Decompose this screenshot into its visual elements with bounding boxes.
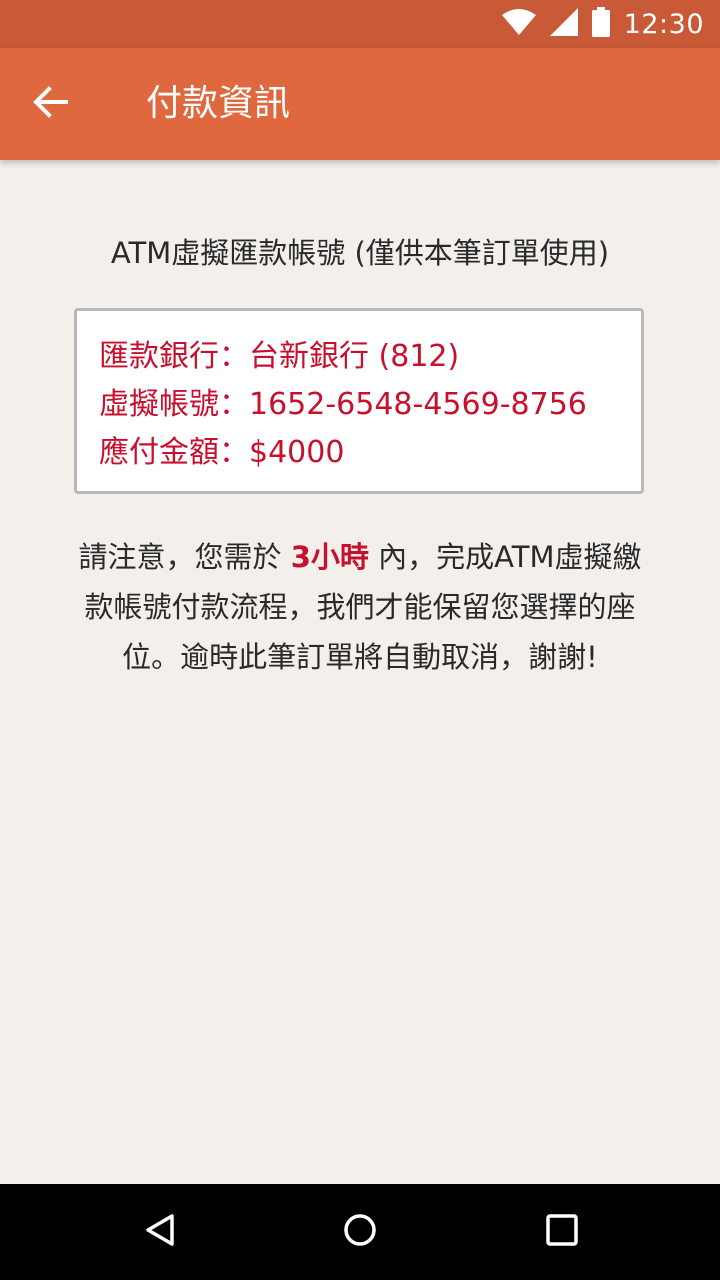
signal-icon [549,8,578,40]
nav-recents-button[interactable] [534,1204,590,1260]
back-triangle-icon [142,1212,178,1252]
nav-back-button[interactable] [132,1204,188,1260]
home-circle-icon [342,1212,378,1252]
payment-info-box: 匯款銀行：台新銀行 (812) 虛擬帳號：1652-6548-4569-8756… [74,308,644,494]
page-title: 付款資訊 [146,83,291,124]
status-icons: 12:30 [501,0,704,48]
nav-home-button[interactable] [332,1204,388,1260]
notice-prefix: 請注意，您需於 [78,540,291,574]
atm-section-title: ATM虛擬匯款帳號 (僅供本筆訂單使用) [110,236,610,270]
bank-line: 匯款銀行：台新銀行 (812) [99,339,460,374]
amount-due-line: 應付金額：$4000 [99,435,345,470]
system-nav-bar [0,1184,720,1280]
status-time: 12:30 [623,8,704,40]
virtual-account-line: 虛擬帳號：1652-6548-4569-8756 [99,387,587,422]
battery-icon [591,7,610,41]
recents-square-icon [544,1212,580,1252]
notice-deadline: 3小時 [290,540,369,574]
payment-notice: 請注意，您需於 3小時 內，完成ATM虛擬繳款帳號付款流程，我們才能保留您選擇的… [70,532,650,682]
wifi-icon [501,9,536,39]
main-content: ATM虛擬匯款帳號 (僅供本筆訂單使用) 匯款銀行：台新銀行 (812) 虛擬帳… [0,160,720,1184]
arrow-back-icon [32,84,68,124]
back-button[interactable] [22,76,78,132]
status-bar: 12:30 [0,0,720,48]
app-bar: 付款資訊 [0,48,720,160]
